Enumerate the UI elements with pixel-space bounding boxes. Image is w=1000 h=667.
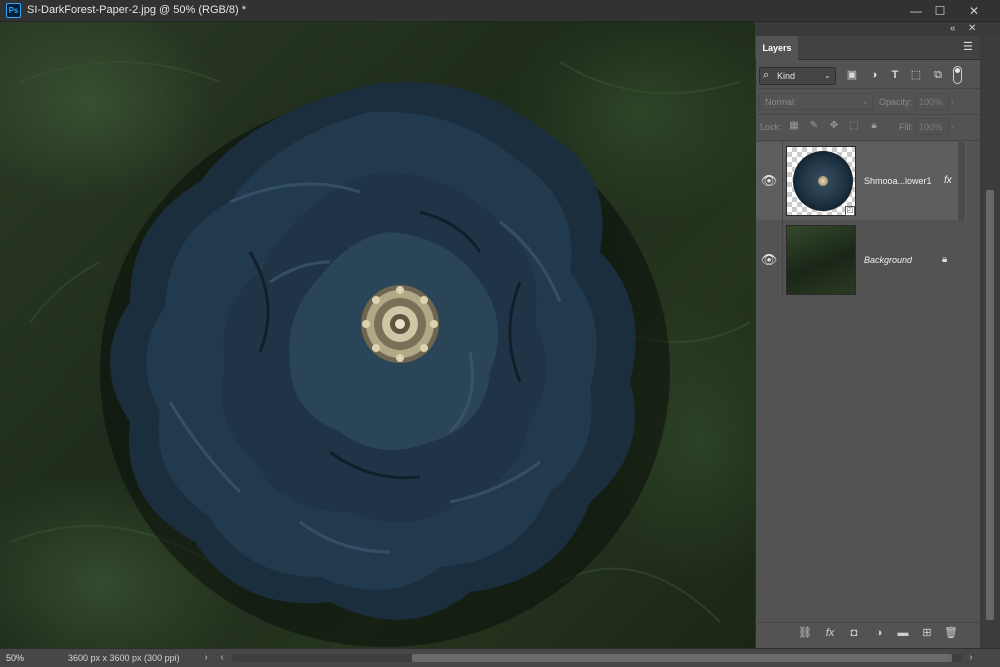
- lock-icon[interactable]: 🔒︎: [942, 253, 947, 267]
- chevron-right-icon[interactable]: ›: [951, 96, 954, 108]
- filter-toggle-icon[interactable]: [953, 66, 962, 84]
- flower-center-thumbnail: [818, 176, 828, 186]
- divider: [755, 88, 980, 89]
- group-folder-icon[interactable]: ▬: [895, 626, 911, 640]
- fill-value: 100%: [919, 122, 943, 132]
- scroll-right-icon[interactable]: ›: [965, 651, 977, 665]
- zoom-level-field[interactable]: 50%: [6, 652, 44, 665]
- lock-all-icon[interactable]: 🔒︎: [867, 119, 881, 133]
- horizontal-scrollbar-track[interactable]: [232, 654, 962, 662]
- metal-button-center: [361, 285, 439, 363]
- tab-layers[interactable]: Layers: [756, 36, 798, 61]
- panel-scrollbar-thumb[interactable]: [986, 190, 994, 620]
- adjustment-layer-icon[interactable]: ◑: [871, 626, 887, 640]
- chevron-down-icon: ⌄: [862, 97, 869, 106]
- divider: [755, 114, 980, 115]
- lock-artboard-icon[interactable]: ⬚: [847, 119, 861, 133]
- document-title-bar: Ps SI-DarkForest-Paper-2.jpg @ 50% (RGB/…: [0, 0, 1000, 22]
- opacity-value: 100%: [919, 97, 943, 107]
- link-layers-icon[interactable]: ⛓: [797, 626, 813, 640]
- layer-row-background[interactable]: 👁︎ Background 🔒︎: [756, 221, 966, 299]
- adjustment-filter-icon[interactable]: ◑: [866, 67, 882, 83]
- lock-transparent-pixels-icon[interactable]: ▦: [787, 119, 801, 133]
- photoshop-window: Ps SI-DarkForest-Paper-2.jpg @ 50% (RGB/…: [0, 0, 1000, 667]
- new-layer-icon[interactable]: ⊞: [919, 626, 935, 640]
- canvas-artwork: [9, 61, 751, 647]
- collapse-panels-icon[interactable]: «: [950, 22, 956, 36]
- fx-icon[interactable]: fx: [944, 174, 952, 188]
- filter-kind-label: Kind: [777, 71, 796, 81]
- smart-object-filter-icon[interactable]: ⧉: [930, 67, 946, 83]
- divider: [782, 221, 783, 299]
- lock-label: Lock:: [760, 122, 782, 132]
- horizontal-scrollbar-thumb[interactable]: [412, 654, 952, 662]
- close-dock-icon[interactable]: ✕: [968, 22, 976, 36]
- layer-name[interactable]: Background: [864, 253, 912, 267]
- add-mask-icon[interactable]: ◘: [846, 626, 862, 640]
- divider: [755, 140, 980, 141]
- blend-mode-value: Normal: [765, 97, 795, 107]
- layer-thumbnail[interactable]: [786, 225, 856, 295]
- type-filter-icon[interactable]: T: [887, 67, 903, 83]
- document-tab-title[interactable]: SI-DarkForest-Paper-2.jpg @ 50% (RGB/8) …: [27, 4, 246, 16]
- panel-dock-header: [755, 22, 1000, 36]
- eye-icon[interactable]: 👁︎: [756, 221, 782, 299]
- panel-menu-icon[interactable]: ☰: [963, 40, 973, 53]
- smart-object-badge-icon: ◰: [845, 206, 855, 216]
- lock-position-icon[interactable]: ✥: [827, 119, 841, 133]
- fill-label: Fill:: [899, 122, 913, 132]
- shape-filter-icon[interactable]: ⬚: [908, 67, 924, 83]
- document-canvas[interactable]: [0, 22, 755, 648]
- lock-image-pixels-icon[interactable]: ✎: [807, 119, 821, 133]
- layer-row-flower[interactable]: 👁︎ ◰ Shmooa...lower1 fx ⌄: [756, 142, 966, 220]
- maximize-button[interactable]: ☐: [924, 0, 956, 22]
- chevron-right-icon[interactable]: ›: [951, 121, 954, 133]
- divider: [782, 142, 783, 220]
- image-filter-icon[interactable]: ▣: [844, 67, 860, 83]
- fx-icon[interactable]: fx: [822, 626, 838, 640]
- layer-thumbnail[interactable]: ◰: [786, 146, 856, 216]
- scroll-left-icon[interactable]: ‹: [216, 651, 228, 665]
- status-bar: 50% 3600 px x 3600 px (300 ppi) › ‹ ›: [0, 648, 1000, 667]
- photoshop-logo-icon: Ps: [6, 3, 21, 18]
- layer-name[interactable]: Shmooa...lower1: [864, 174, 932, 188]
- close-document-button[interactable]: ✕: [958, 0, 990, 22]
- status-menu-arrow-icon[interactable]: ›: [200, 651, 212, 665]
- opacity-label: Opacity:: [879, 97, 913, 107]
- document-info: 3600 px x 3600 px (300 ppi): [68, 653, 180, 663]
- chevron-down-icon: ⌄: [824, 71, 831, 80]
- eye-icon[interactable]: 👁︎: [756, 142, 782, 220]
- trash-icon[interactable]: 🗑︎: [943, 626, 959, 640]
- search-icon: ⌕: [763, 69, 770, 81]
- layer-list-scrollbar[interactable]: [958, 142, 965, 220]
